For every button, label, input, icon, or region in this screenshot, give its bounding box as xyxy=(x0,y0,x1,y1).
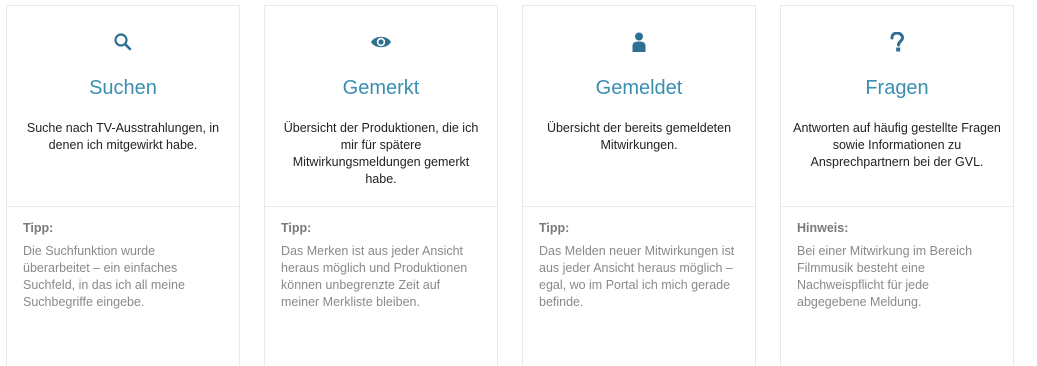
cards-container: Suchen Suche nach TV-Ausstrahlungen, in … xyxy=(0,0,1037,366)
tip-label: Tipp: xyxy=(281,221,312,235)
card-description: Antworten auf häufig gestellte Fragen so… xyxy=(793,121,1001,169)
card-title[interactable]: Suchen xyxy=(7,76,239,100)
card-header: Gemerkt Übersicht der Produktionen, die … xyxy=(265,6,497,207)
card-description: Suche nach TV-Ausstrahlungen, in denen i… xyxy=(26,121,220,152)
user-icon xyxy=(523,6,755,54)
card-tip: Tipp: Die Suchfunktion wurde überarbeite… xyxy=(7,207,239,311)
card-description: Übersicht der Produktionen, die ich mir … xyxy=(283,121,479,186)
tip-label: Tipp: xyxy=(23,221,54,235)
tip-label: Tipp: xyxy=(539,221,570,235)
card-description: Übersicht der bereits gemeldeten Mitwirk… xyxy=(546,121,732,152)
card-header: Gemeldet Übersicht der bereits gemeldete… xyxy=(523,6,755,207)
card-tip: Tipp: Das Melden neuer Mitwirkungen ist … xyxy=(523,207,755,311)
eye-icon xyxy=(265,6,497,54)
search-icon xyxy=(7,6,239,54)
tip-text: Die Suchfunktion wurde überarbeitet – ei… xyxy=(23,244,185,309)
card-title[interactable]: Gemeldet xyxy=(523,76,755,100)
card-fragen[interactable]: Fragen Antworten auf häufig gestellte Fr… xyxy=(780,5,1014,366)
card-suchen[interactable]: Suchen Suche nach TV-Ausstrahlungen, in … xyxy=(6,5,240,366)
card-title[interactable]: Gemerkt xyxy=(265,76,497,100)
card-gemerkt[interactable]: Gemerkt Übersicht der Produktionen, die … xyxy=(264,5,498,366)
question-icon xyxy=(781,6,1013,54)
card-header: Suchen Suche nach TV-Ausstrahlungen, in … xyxy=(7,6,239,207)
tip-text: Das Merken ist aus jeder Ansicht heraus … xyxy=(281,244,468,309)
card-gemeldet[interactable]: Gemeldet Übersicht der bereits gemeldete… xyxy=(522,5,756,366)
tip-label: Hinweis: xyxy=(797,221,849,235)
card-tip: Hinweis: Bei einer Mitwirkung im Bereich… xyxy=(781,207,1013,311)
card-title[interactable]: Fragen xyxy=(781,76,1013,100)
tip-text: Bei einer Mitwirkung im Bereich Filmmusi… xyxy=(797,244,973,309)
tip-text: Das Melden neuer Mitwirkungen ist aus je… xyxy=(539,244,735,309)
card-header: Fragen Antworten auf häufig gestellte Fr… xyxy=(781,6,1013,207)
card-tip: Tipp: Das Merken ist aus jeder Ansicht h… xyxy=(265,207,497,311)
